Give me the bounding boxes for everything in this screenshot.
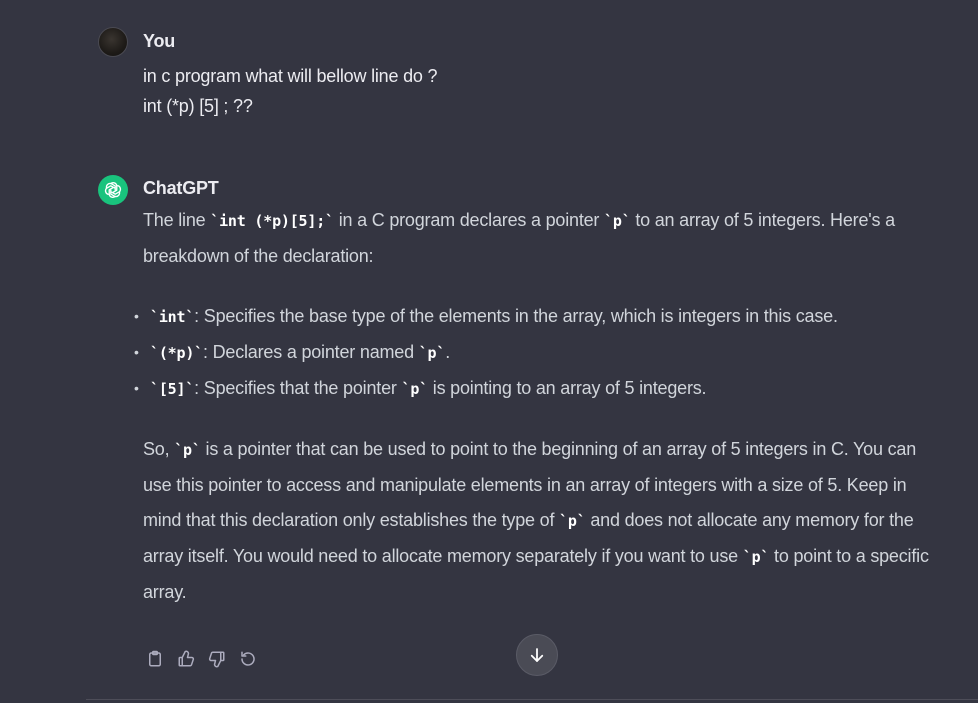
breakdown-list: • `int`: Specifies the base type of the e…: [134, 299, 933, 407]
user-message-line: int (*p) [5] ; ??: [143, 96, 253, 116]
text-fragment: is pointing to an array of 5 integers.: [427, 378, 707, 398]
regenerate-icon: [241, 651, 255, 666]
text-fragment: : Declares a pointer named: [203, 342, 419, 362]
scroll-to-bottom-button[interactable]: [516, 634, 558, 676]
user-avatar: [98, 27, 128, 57]
message-actions: [144, 648, 259, 670]
inline-code: `p`: [418, 344, 446, 362]
clipboard-icon: [149, 650, 161, 667]
chatgpt-avatar: [98, 175, 128, 205]
inline-code: `(*p)`: [150, 344, 203, 362]
thumbs-up-button[interactable]: [175, 648, 197, 670]
user-message-text: in c program what will bellow line do ? …: [143, 61, 438, 121]
regenerate-button[interactable]: [237, 648, 259, 670]
text-fragment: .: [445, 342, 451, 362]
list-item: • `int`: Specifies the base type of the e…: [134, 299, 933, 335]
arrow-down-icon: [530, 648, 544, 662]
copy-button[interactable]: [144, 648, 166, 670]
inline-code: `p`: [401, 380, 428, 398]
thumbs-down-icon: [208, 651, 225, 668]
inline-code: `p`: [604, 212, 631, 230]
composer-divider: [86, 699, 978, 700]
inline-code: `p`: [174, 441, 201, 459]
thumbs-up-icon: [178, 650, 195, 667]
assistant-author-name: ChatGPT: [143, 178, 219, 198]
text-fragment: in a C program declares a pointer: [333, 210, 605, 230]
list-item: • `[5]`: Specifies that the pointer `p` i…: [134, 371, 933, 407]
inline-code: `[5]`: [150, 380, 195, 398]
openai-logo-icon: [104, 182, 122, 198]
thumbs-down-button[interactable]: [206, 648, 228, 670]
inline-code: `p`: [559, 512, 586, 530]
text-fragment: : Specifies that the pointer: [194, 378, 402, 398]
bullet-icon: •: [134, 380, 139, 396]
inline-code: `int`: [150, 308, 195, 326]
inline-code: `int (*p)[5];`: [210, 212, 334, 230]
user-message-line: in c program what will bellow line do ?: [143, 66, 438, 86]
bullet-icon: •: [134, 344, 139, 360]
assistant-message-body: The line `int (*p)[5];` in a C program d…: [134, 203, 933, 610]
assistant-intro-paragraph: The line `int (*p)[5];` in a C program d…: [143, 203, 933, 274]
list-item: • `(*p)`: Declares a pointer named `p`.: [134, 335, 933, 371]
text-fragment: The line: [143, 210, 211, 230]
chat-window: You in c program what will bellow line d…: [0, 0, 978, 703]
user-author-name: You: [143, 31, 176, 51]
text-fragment: : Specifies the base type of the element…: [194, 306, 838, 326]
text-fragment: So,: [143, 439, 175, 459]
assistant-summary-paragraph: So, `p` is a pointer that can be used to…: [143, 432, 933, 610]
bullet-icon: •: [134, 308, 139, 324]
inline-code: `p`: [742, 548, 770, 566]
